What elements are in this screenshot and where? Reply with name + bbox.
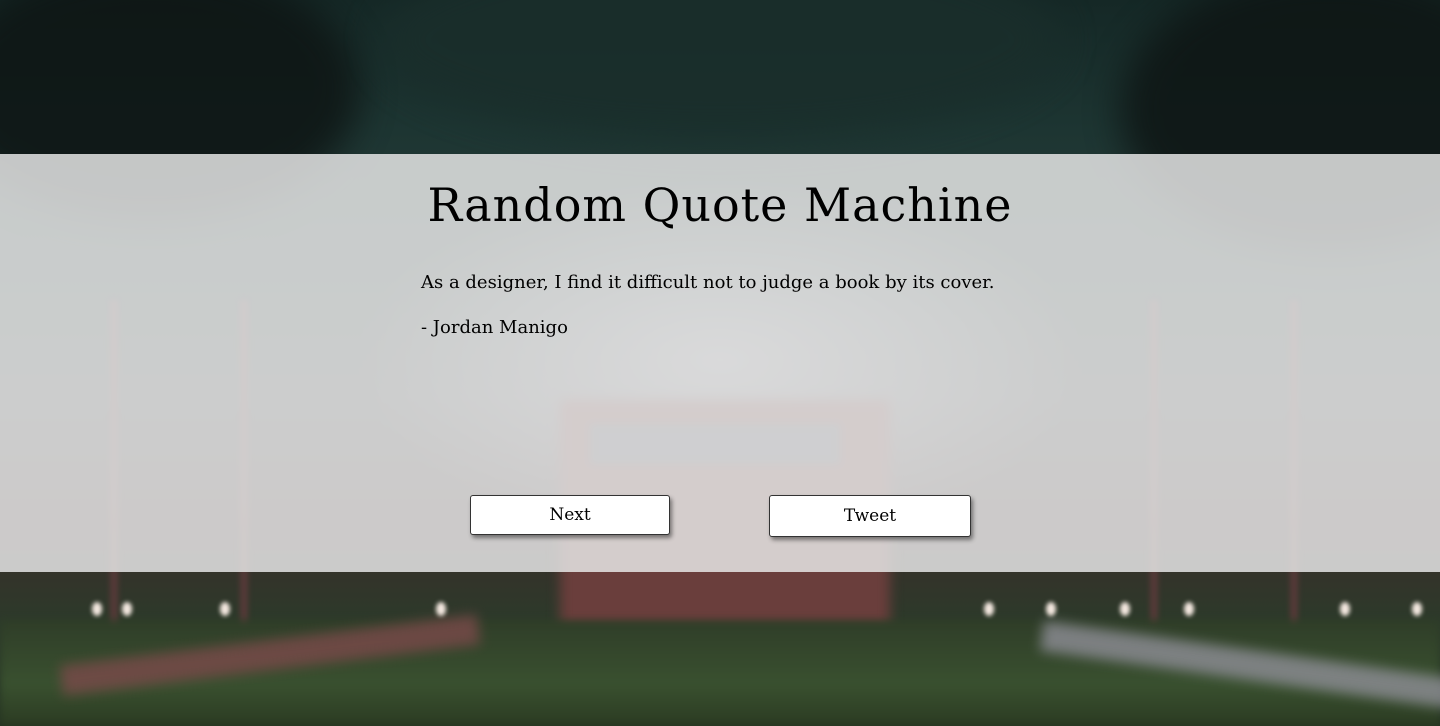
page-title: Random Quote Machine	[427, 178, 1013, 232]
background-lamp	[220, 602, 230, 616]
quote-text: As a designer, I find it difficult not t…	[421, 272, 995, 293]
background-lamp	[92, 602, 102, 616]
quote-author: - Jordan Manigo	[421, 317, 568, 338]
background-lamp	[1340, 602, 1350, 616]
background-lamp	[436, 602, 446, 616]
background-lamp	[1120, 602, 1130, 616]
next-button[interactable]: Next	[470, 495, 670, 535]
background-lamp	[1412, 602, 1422, 616]
background-lamp	[1046, 602, 1056, 616]
background-lamp	[122, 602, 132, 616]
background-lamp	[984, 602, 994, 616]
background-lamp	[1184, 602, 1194, 616]
tweet-button[interactable]: Tweet	[769, 495, 971, 537]
background-tree	[380, 0, 1060, 140]
